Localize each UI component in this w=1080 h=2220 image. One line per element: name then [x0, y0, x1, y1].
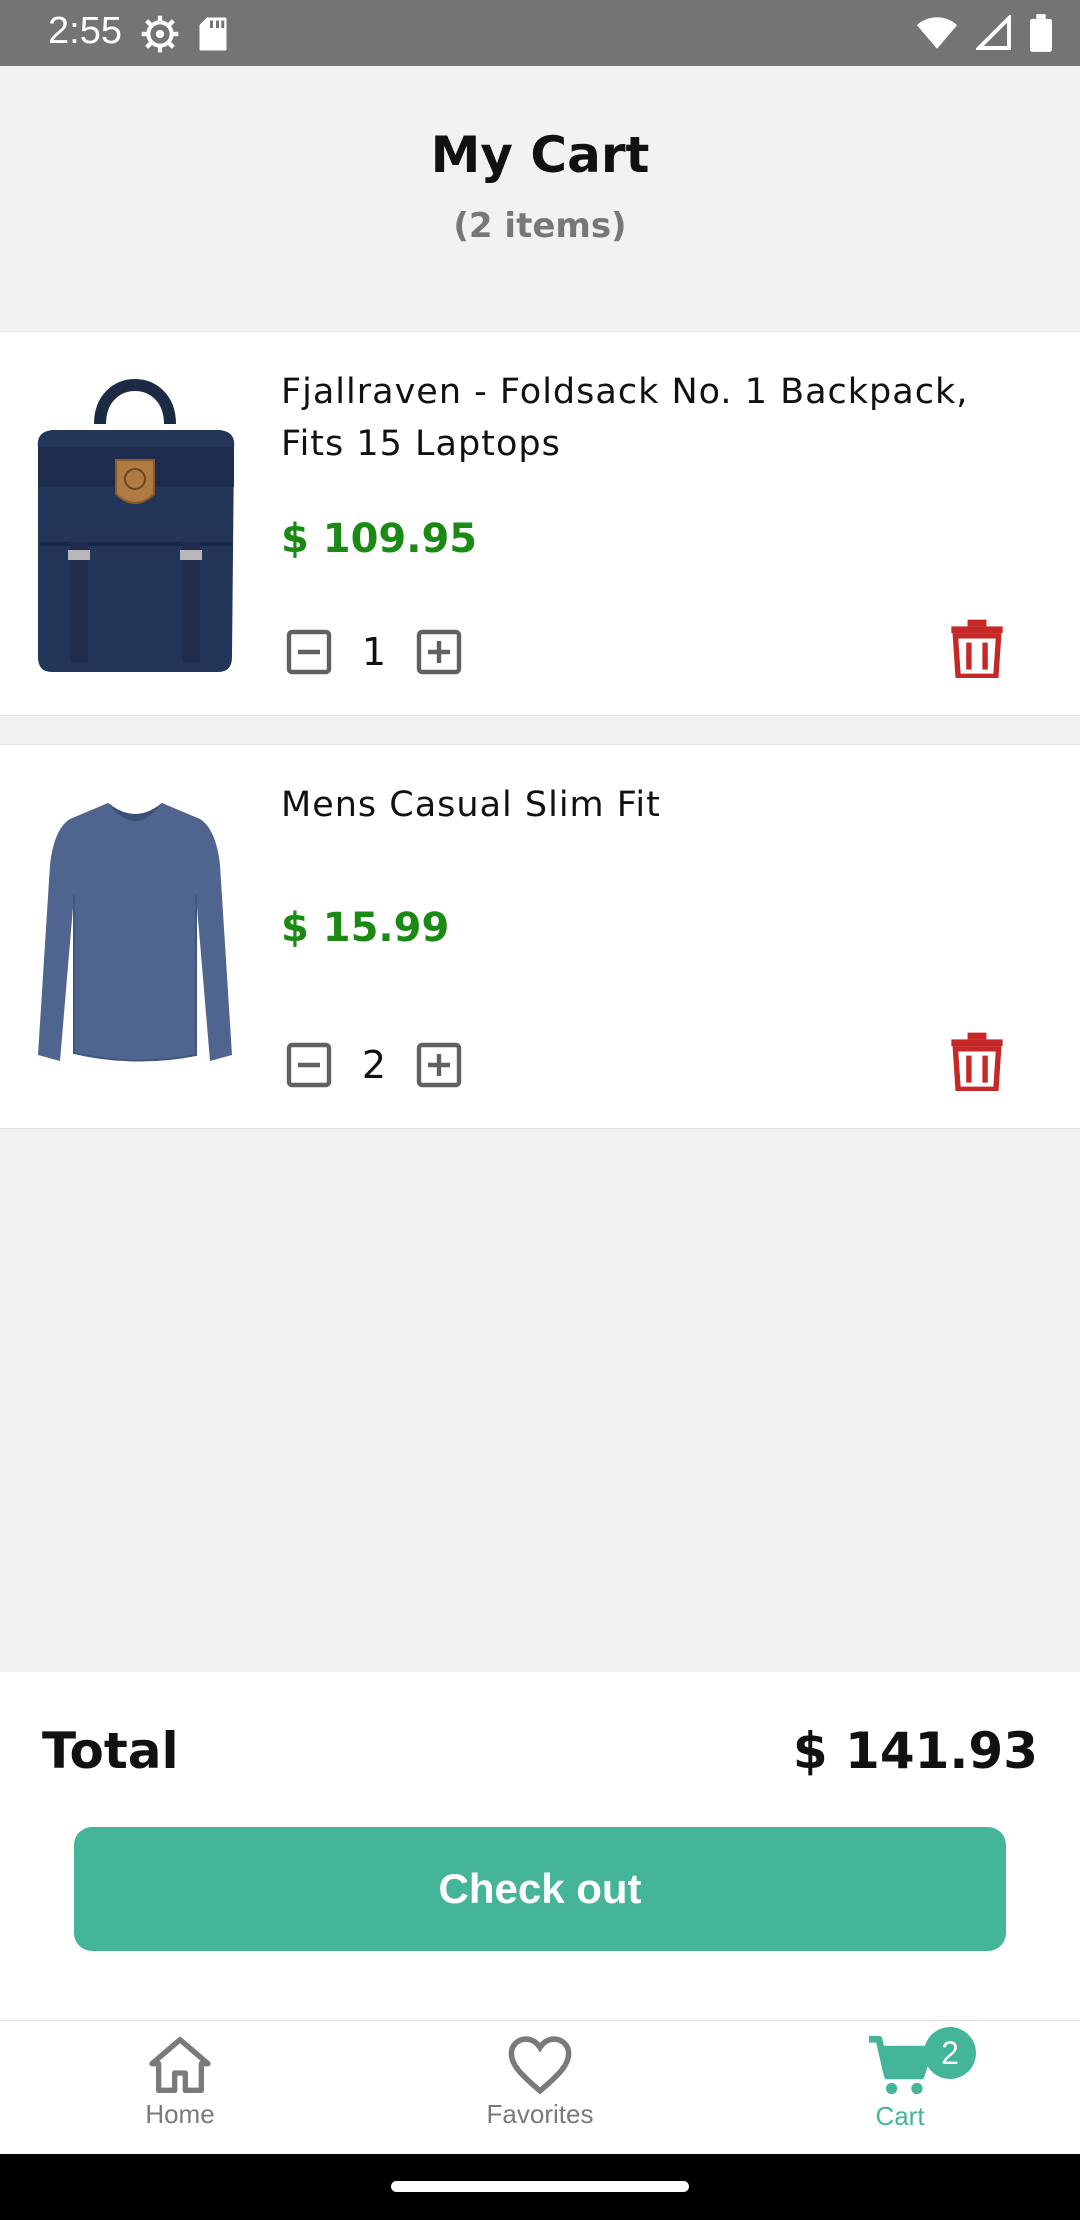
nav-label-cart: Cart: [875, 2101, 925, 2131]
delete-item-button[interactable]: [950, 618, 1004, 680]
minus-box-icon: [286, 1042, 332, 1088]
plus-box-icon: [416, 629, 462, 675]
heart-icon: [508, 2036, 572, 2095]
nav-item-home[interactable]: Home: [0, 2021, 360, 2155]
item-count: (2 items): [453, 206, 627, 246]
product-price: $ 15.99: [281, 905, 450, 951]
backpack-image: [37, 379, 235, 672]
shirt-image: [38, 803, 232, 1062]
quantity-stepper: 2: [281, 1035, 467, 1095]
cart-icon: [869, 2035, 933, 2095]
cart-header: My Cart (2 items): [0, 66, 1080, 331]
status-time: 2:55: [48, 10, 122, 52]
sd-card-icon: [199, 17, 227, 51]
home-icon: [149, 2037, 211, 2093]
home-gesture-handle[interactable]: [391, 2181, 689, 2192]
settings-icon: [141, 15, 179, 53]
total-value: $ 141.93: [792, 1722, 1038, 1780]
total-label: Total: [42, 1722, 179, 1780]
quantity-value: 1: [361, 630, 387, 674]
quantity-stepper: 1: [281, 622, 467, 682]
bottom-nav: Home Favorites Cart 2: [0, 2020, 1080, 2154]
trash-icon: [951, 1032, 1003, 1093]
nav-label-home: Home: [145, 2099, 215, 2129]
battery-icon: [1030, 14, 1052, 52]
cart-badge: 2: [924, 2027, 976, 2079]
nav-item-cart[interactable]: Cart 2: [720, 2021, 1080, 2155]
status-bar: 2:55: [0, 0, 1080, 66]
checkout-button[interactable]: Check out: [74, 1827, 1006, 1951]
cart-item[interactable]: Mens Casual Slim Fit $ 15.99 2: [0, 744, 1080, 1129]
nav-label-favorites: Favorites: [486, 2099, 594, 2129]
wifi-icon: [916, 17, 958, 49]
quantity-value: 2: [361, 1043, 387, 1087]
decrease-quantity-button[interactable]: [281, 624, 337, 680]
page-title: My Cart: [430, 126, 650, 184]
gesture-bar: [0, 2154, 1080, 2220]
status-left-icons: [140, 14, 228, 54]
cart-item[interactable]: Fjallraven - Foldsack No. 1 Backpack, Fi…: [0, 331, 1080, 716]
increase-quantity-button[interactable]: [411, 1037, 467, 1093]
nav-item-favorites[interactable]: Favorites: [360, 2021, 720, 2155]
plus-box-icon: [416, 1042, 462, 1088]
signal-icon: [976, 15, 1011, 50]
trash-icon: [951, 619, 1003, 680]
cart-summary: Total $ 141.93 Check out: [0, 1672, 1080, 2020]
increase-quantity-button[interactable]: [411, 624, 467, 680]
delete-item-button[interactable]: [950, 1031, 1004, 1093]
product-name[interactable]: Fjallraven - Foldsack No. 1 Backpack, Fi…: [281, 366, 1021, 470]
product-price: $ 109.95: [281, 516, 478, 562]
minus-box-icon: [286, 629, 332, 675]
product-name[interactable]: Mens Casual Slim Fit: [281, 779, 1021, 831]
decrease-quantity-button[interactable]: [281, 1037, 337, 1093]
status-right-icons: [916, 14, 1052, 52]
